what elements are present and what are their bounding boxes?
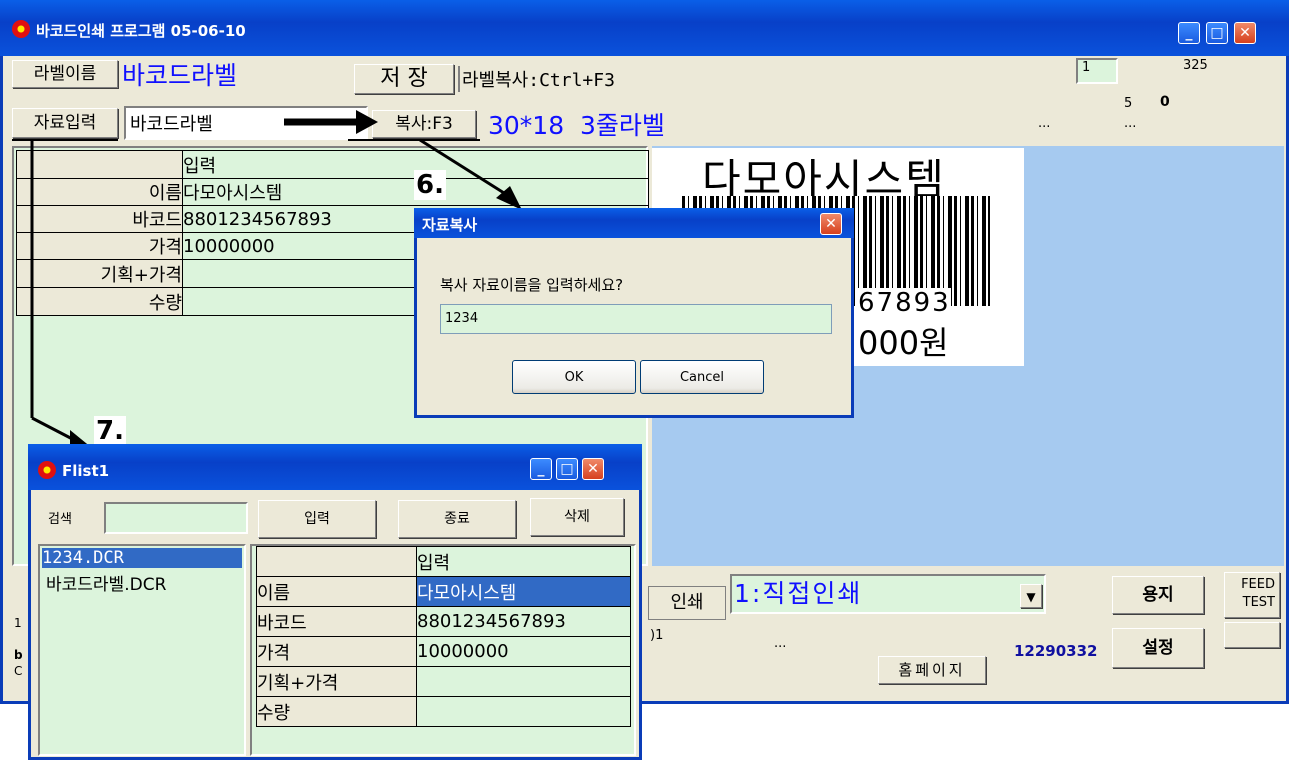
step-7-label: 7. xyxy=(94,416,126,446)
ok-button[interactable]: OK xyxy=(512,360,636,394)
flist-grid-value[interactable]: 다모아시스템 xyxy=(416,576,631,607)
flist-maximize-button[interactable]: □ xyxy=(556,458,578,480)
file-list-item[interactable]: 바코드라벨.DCR xyxy=(46,570,166,595)
cancel-button[interactable]: Cancel xyxy=(640,360,764,394)
flist-title: Flist1 xyxy=(62,462,110,480)
flist-delete-button[interactable]: 삭제 xyxy=(530,498,624,536)
flist-grid-label: 가격 xyxy=(256,636,417,667)
flist-minimize-button[interactable]: _ xyxy=(530,458,552,480)
flist-grid: 입력 이름 다모아시스템 바코드 8801234567893 가격 100000… xyxy=(256,546,631,727)
flist-grid-value[interactable]: 10000000 xyxy=(416,636,631,667)
flist-grid-label: 기획+가격 xyxy=(256,666,417,697)
flist-app-icon xyxy=(38,461,56,479)
flist-grid-label: 바코드 xyxy=(256,606,417,637)
copy-dialog-title-bar[interactable] xyxy=(414,208,854,238)
flist-close-button[interactable]: ✕ xyxy=(582,458,604,480)
flist-grid-value[interactable] xyxy=(416,666,631,697)
flist-grid-value[interactable] xyxy=(416,696,631,727)
flist-grid-value[interactable]: 8801234567893 xyxy=(416,606,631,637)
copy-dialog-title: 자료복사 xyxy=(422,216,478,234)
flist-input-button[interactable]: 입력 xyxy=(258,500,376,538)
flist-grid-label: 수량 xyxy=(256,696,417,727)
flist-close-btn[interactable]: 종료 xyxy=(398,500,516,538)
flist-search-label: 검색 xyxy=(48,512,72,527)
close-icon[interactable]: ✕ xyxy=(820,213,842,235)
copy-name-input[interactable]: 1234 xyxy=(440,304,832,334)
flist-grid-label: 이름 xyxy=(256,576,417,607)
copy-dialog-prompt: 복사 자료이름을 입력하세요? xyxy=(440,276,624,294)
file-list-item[interactable]: 1234.DCR xyxy=(42,548,242,568)
flist-grid-header: 입력 xyxy=(416,546,631,577)
flist-search-input[interactable] xyxy=(104,502,248,534)
step-6-label: 6. xyxy=(414,170,446,200)
